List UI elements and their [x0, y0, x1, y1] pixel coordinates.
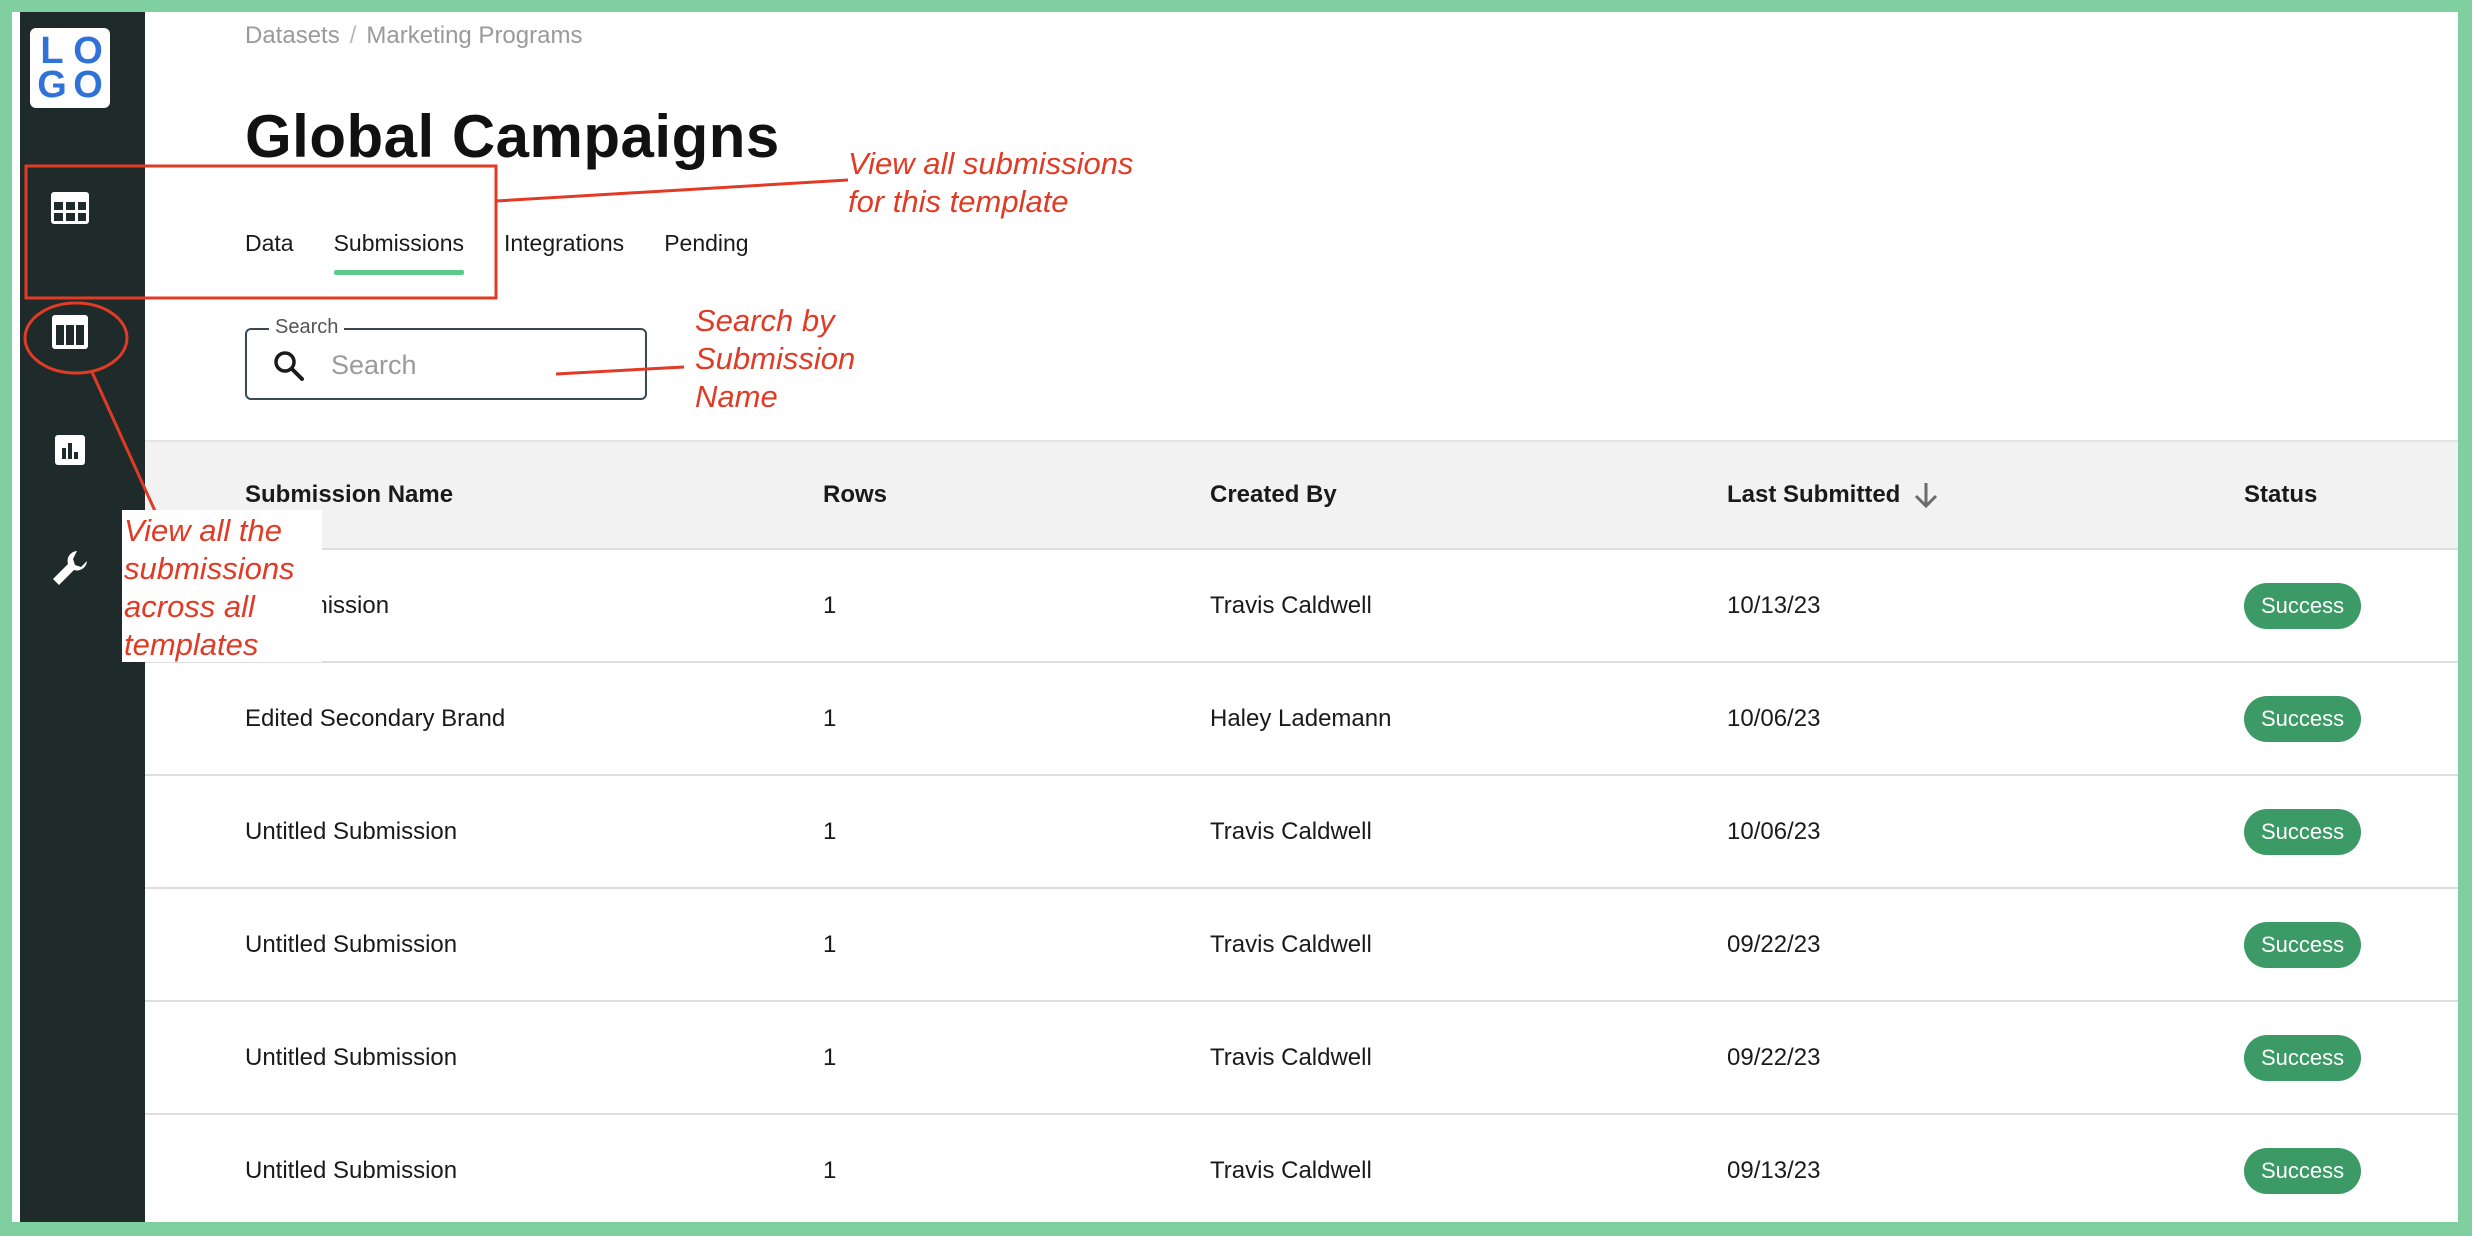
submission-name[interactable]: Untitled Submission [245, 1115, 457, 1222]
main-content: Datasets / Marketing Programs Global Campa… [145, 12, 2458, 1222]
annotation-line: templates [124, 627, 259, 662]
status-badge: Success [2244, 1034, 2362, 1081]
status-badge: Success [2244, 582, 2362, 629]
table-icon [51, 192, 89, 224]
header-status[interactable]: Status [2244, 442, 2317, 548]
wrench-icon [53, 551, 87, 585]
chart-icon [55, 435, 85, 465]
last-submitted: 09/22/23 [1727, 1043, 1821, 1071]
search-icon [274, 351, 304, 381]
status-cell: Success [2244, 889, 2362, 1000]
created-by: Travis Caldwell [1210, 930, 1372, 958]
submissions-table: Submission Name Rows Created By Last Sub… [145, 440, 2458, 1222]
last-submitted: 09/22/23 [1727, 930, 1821, 958]
row-count: 1 [823, 1043, 837, 1071]
header-last-submitted[interactable]: Last Submitted [1727, 442, 1940, 548]
last-submitted: 10/06/23 [1727, 817, 1821, 845]
table-row[interactable]: Untitled Submission 1 Travis Caldwell 10… [145, 776, 2458, 889]
status-cell: Success [2244, 1115, 2362, 1222]
submission-name[interactable]: Untitled Submission [245, 889, 457, 1000]
sidebar-item-settings[interactable] [46, 544, 94, 592]
breadcrumb-marketing-programs[interactable]: Marketing Programs [366, 22, 582, 49]
annotation-line: Submission [695, 341, 856, 376]
annotation-line: View all the [124, 513, 282, 548]
status-cell: Success [2244, 1002, 2362, 1113]
logo-letter: O [73, 64, 103, 106]
tab-integrations[interactable]: Integrations [504, 230, 624, 275]
annotation-search: Search by Submission Name [695, 302, 855, 416]
tab-data[interactable]: Data [245, 230, 294, 275]
submission-name[interactable]: Untitled Submission [245, 776, 457, 887]
table-row[interactable]: Untitled Submission 1 Travis Caldwell 09… [145, 889, 2458, 1002]
logo: L O G O [30, 28, 110, 108]
sidebar-item-reports[interactable] [46, 426, 94, 474]
table-row[interactable]: Edited Secondary Brand 1 Haley Lademann … [145, 663, 2458, 776]
created-by: Travis Caldwell [1210, 1156, 1372, 1184]
app-window: L O G O Datasets / Marketing Programs Gl… [12, 12, 2458, 1222]
last-submitted: 09/13/23 [1727, 1156, 1821, 1184]
status-badge: Success [2244, 1147, 2362, 1194]
created-by: Travis Caldwell [1210, 817, 1372, 845]
breadcrumb-separator: / [349, 22, 357, 49]
search-field[interactable]: Search [245, 316, 647, 400]
logo-letter: O [73, 30, 103, 72]
last-submitted: 10/13/23 [1727, 591, 1821, 619]
annotation-line: across all [124, 589, 255, 624]
annotation-line: Name [695, 379, 778, 414]
arrow-down-icon[interactable] [1912, 480, 1940, 510]
status-cell: Success [2244, 776, 2362, 887]
status-badge: Success [2244, 921, 2362, 968]
submission-name[interactable]: Edited Secondary Brand [245, 663, 505, 774]
status-badge: Success [2244, 808, 2362, 855]
annotation-line: submissions [124, 551, 295, 586]
submission-name[interactable]: Untitled Submission [245, 1002, 457, 1113]
table-header-row: Submission Name Rows Created By Last Sub… [145, 440, 2458, 550]
tab-pending[interactable]: Pending [664, 230, 748, 275]
status-cell: Success [2244, 663, 2362, 774]
table-row[interactable]: Untitled Submission 1 Travis Caldwell 09… [145, 1002, 2458, 1115]
annotation-line: for this template [848, 184, 1069, 219]
created-by: Travis Caldwell [1210, 591, 1372, 619]
row-count: 1 [823, 591, 837, 619]
table-row[interactable]: d Submission 1 Travis Caldwell 10/13/23 … [145, 550, 2458, 663]
row-count: 1 [823, 930, 837, 958]
sidebar-item-submissions[interactable] [46, 308, 94, 356]
status-cell: Success [2244, 550, 2362, 661]
tab-submissions[interactable]: Submissions [333, 230, 465, 275]
breadcrumb: Datasets / Marketing Programs [245, 22, 582, 50]
logo-letter: L [40, 30, 64, 72]
search-label: Search [269, 316, 345, 339]
page-title: Global Campaigns [245, 103, 780, 170]
created-by: Haley Lademann [1210, 704, 1392, 732]
annotation-sidebar: View all the submissions across all temp… [124, 512, 295, 664]
row-count: 1 [823, 1156, 837, 1184]
template-icon [52, 315, 88, 349]
table-row[interactable]: Untitled Submission 1 Travis Caldwell 09… [145, 1115, 2458, 1222]
row-count: 1 [823, 704, 837, 732]
row-count: 1 [823, 817, 837, 845]
sidebar-item-datasets[interactable] [46, 184, 94, 232]
tab-bar: Data Submissions Integrations Pending [245, 230, 789, 275]
header-created-by[interactable]: Created By [1210, 442, 1337, 548]
header-rows[interactable]: Rows [823, 442, 887, 548]
last-submitted: 10/06/23 [1727, 704, 1821, 732]
search-input[interactable] [329, 344, 633, 386]
annotation-line: Search by [695, 303, 835, 338]
created-by: Travis Caldwell [1210, 1043, 1372, 1071]
logo-letter: G [37, 64, 67, 106]
status-badge: Success [2244, 695, 2362, 742]
breadcrumb-datasets[interactable]: Datasets [245, 22, 340, 49]
header-last-submitted-label: Last Submitted [1727, 481, 1901, 508]
annotation-tabs: View all submissions for this template [848, 145, 1133, 221]
annotation-line: View all submissions [848, 146, 1134, 181]
